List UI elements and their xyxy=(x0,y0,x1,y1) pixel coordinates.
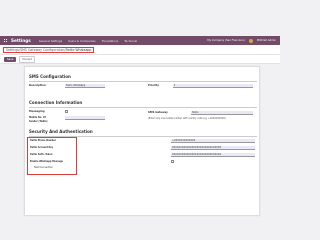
navbar-right: My Company (San Francisco) Mitchell Admi… xyxy=(207,38,276,43)
sms-gateway-label: SMS Gateway xyxy=(148,111,168,114)
menu-technical[interactable]: Technical xyxy=(124,39,137,43)
screenshot-frame: Settings General Settings Users & Compan… xyxy=(0,0,280,220)
highlight-box xyxy=(27,137,77,175)
twilio-phone-label: Twilio Phone Number xyxy=(30,139,57,142)
apps-menu-icon[interactable] xyxy=(4,38,8,43)
form-sheet: SMS Configuration Description Twilio Wha… xyxy=(24,66,260,216)
discard-button[interactable]: Discard xyxy=(19,55,36,63)
twilio-phone-field[interactable]: +XXXXXXXXXXXXX xyxy=(171,138,255,143)
twilio-account-label: Twilio Account Key xyxy=(30,146,54,149)
section-divider xyxy=(29,135,257,137)
twilio-token-label: Twilio Auth. Token xyxy=(30,153,53,156)
messaging-checkbox[interactable] xyxy=(65,110,68,113)
top-navbar: Settings General Settings Users & Compan… xyxy=(0,36,280,45)
twilio-token-field[interactable]: XXXXXXXXXXXXXXXXXXXXXXXXXXXXXX xyxy=(171,152,255,157)
company-switcher[interactable]: My Company (San Francisco) xyxy=(207,39,245,42)
section-title-sms-config: SMS Configuration xyxy=(29,74,71,79)
twilio-account-field[interactable]: XXXXXXXXXXXXXXXXXXXXXXXXXXXXXX xyxy=(171,145,255,150)
section-title-connection: Connection Information xyxy=(29,100,83,105)
section-divider xyxy=(29,81,257,82)
menu-users-companies[interactable]: Users & Companies xyxy=(68,39,95,43)
messaging-label: Messaging xyxy=(29,110,45,113)
priority-label: Priority xyxy=(148,84,159,87)
priority-field[interactable]: 1 xyxy=(173,83,253,88)
save-button[interactable]: Save xyxy=(4,56,17,62)
section-title-security: Security And Authentication xyxy=(29,129,93,134)
app-title[interactable]: Settings xyxy=(11,38,31,43)
menu-general-settings[interactable]: General Settings xyxy=(39,39,62,43)
test-connection-button[interactable]: Test Connection xyxy=(34,166,53,169)
user-menu[interactable]: Mitchell Admin xyxy=(257,39,276,42)
sms-gateway-select[interactable]: Twilio xyxy=(191,110,253,115)
breadcrumb-item-settings[interactable]: Settings xyxy=(6,48,19,52)
form-actions-bar: Save Discard xyxy=(0,55,280,64)
breadcrumb: Settings / SMS Gateway Configuration / T… xyxy=(3,47,95,53)
avatar[interactable] xyxy=(248,38,253,43)
mobile-label-sender: Sender (Twilio) xyxy=(29,119,48,123)
description-label: Description xyxy=(29,84,46,87)
menu-translations[interactable]: Translations xyxy=(102,39,119,43)
section-divider xyxy=(29,106,257,108)
description-field[interactable]: Twilio Whatsapp xyxy=(65,83,105,88)
breadcrumb-item-sms-gateway[interactable]: SMS Gateway Configuration xyxy=(20,48,65,52)
mobile-number-hint: (Enter only one mobile number with count… xyxy=(148,116,226,120)
breadcrumb-current: Twilio Whatsapp xyxy=(65,48,92,52)
enable-whatsapp-label: Enable Whatsapp Message xyxy=(30,160,64,163)
breadcrumb-bar: Settings / SMS Gateway Configuration / T… xyxy=(0,45,280,55)
enable-whatsapp-checkbox[interactable] xyxy=(171,159,174,163)
mobile-number-field[interactable] xyxy=(65,116,105,120)
